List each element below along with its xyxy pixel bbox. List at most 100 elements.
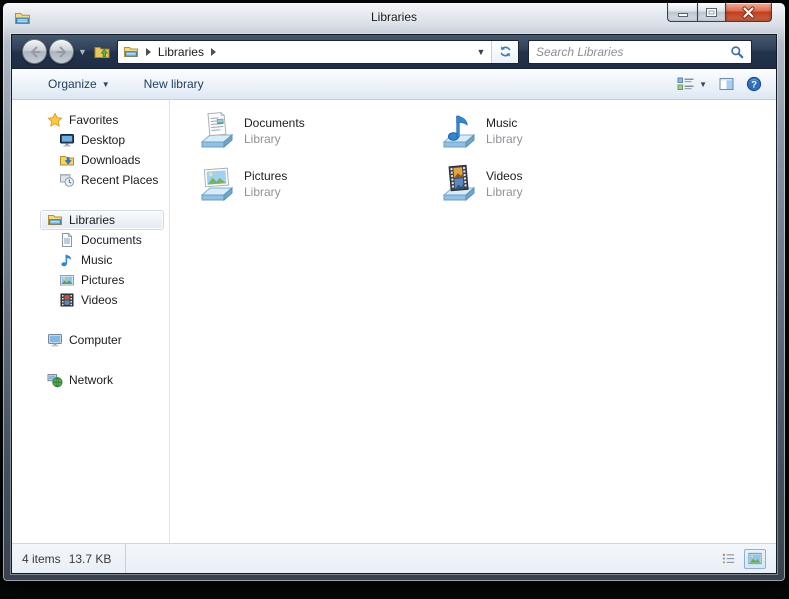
organize-button[interactable]: Organize ▼ <box>40 73 118 95</box>
computer-icon <box>47 332 63 348</box>
library-item-pictures[interactable]: Pictures Library <box>196 162 436 214</box>
close-icon <box>742 6 755 19</box>
navigation-bar: ▼ Libraries ▼ <box>12 35 776 69</box>
preview-pane-icon <box>718 76 735 92</box>
forward-button[interactable] <box>49 39 74 64</box>
sidebar-label: Downloads <box>81 153 140 167</box>
search-input[interactable]: Search Libraries <box>528 40 752 64</box>
documents-library-icon <box>196 109 238 153</box>
sidebar-label: Computer <box>69 333 122 347</box>
libraries-location-icon <box>123 44 139 60</box>
sidebar-item-music[interactable]: Music <box>40 250 164 270</box>
back-button[interactable] <box>22 39 47 64</box>
picture-icon <box>59 272 75 288</box>
sidebar-item-downloads[interactable]: Downloads <box>40 150 164 170</box>
organize-label: Organize <box>48 77 97 91</box>
sidebar-item-network[interactable]: Network <box>40 370 164 390</box>
network-icon <box>47 372 63 388</box>
music-note-icon <box>59 252 75 268</box>
sidebar-item-favorites[interactable]: Favorites <box>40 110 164 130</box>
command-toolbar: Organize ▼ New library ▼ <box>12 69 776 100</box>
recent-pages-chevron[interactable]: ▼ <box>78 47 87 57</box>
minimize-icon <box>678 13 688 17</box>
breadcrumb-arrow-icon <box>146 48 151 56</box>
refresh-icon <box>498 44 513 59</box>
views-dropdown-icon: ▼ <box>699 80 707 89</box>
recent-places-icon <box>59 172 75 188</box>
address-bar[interactable]: Libraries ▼ <box>117 40 519 64</box>
sidebar-label: Documents <box>81 233 142 247</box>
maximize-button[interactable] <box>697 3 726 22</box>
svg-text:?: ? <box>751 79 757 90</box>
sidebar-label: Network <box>69 373 113 387</box>
help-icon: ? <box>746 76 762 92</box>
sidebar-label: Videos <box>81 293 117 307</box>
sidebar-label: Pictures <box>81 273 124 287</box>
address-dropdown-button[interactable]: ▼ <box>471 47 491 57</box>
organize-dropdown-icon: ▼ <box>102 80 110 89</box>
library-item-music[interactable]: Music Library <box>438 109 678 161</box>
pictures-library-icon <box>196 162 238 206</box>
music-library-icon <box>438 109 480 153</box>
item-type: Library <box>244 185 287 199</box>
sidebar-item-desktop[interactable]: Desktop <box>40 130 164 150</box>
item-name: Pictures <box>244 169 287 183</box>
sidebar-item-videos[interactable]: Videos <box>40 290 164 310</box>
status-bar: 4 items 13.7 KB <box>12 543 776 573</box>
libraries-folder-icon <box>47 212 63 228</box>
sidebar-label: Music <box>81 253 112 267</box>
minimize-button[interactable] <box>667 3 697 22</box>
refresh-button[interactable] <box>491 41 518 63</box>
item-type: Library <box>244 132 305 146</box>
search-icon[interactable] <box>730 45 744 59</box>
item-name: Documents <box>244 116 305 130</box>
star-icon <box>47 112 63 128</box>
sidebar-item-documents[interactable]: Documents <box>40 230 164 250</box>
back-arrow-icon <box>28 45 42 59</box>
breadcrumb-location[interactable]: Libraries <box>158 45 204 59</box>
change-view-button[interactable]: ▼ <box>677 76 707 92</box>
sidebar-item-computer[interactable]: Computer <box>40 330 164 350</box>
forward-arrow-icon <box>55 45 69 59</box>
breadcrumb-arrow-icon[interactable] <box>211 48 216 56</box>
item-type: Library <box>486 132 523 146</box>
item-name: Videos <box>486 169 523 183</box>
status-item-count: 4 items <box>22 552 61 566</box>
help-button[interactable]: ? <box>746 76 762 92</box>
library-item-videos[interactable]: Videos Library <box>438 162 678 214</box>
details-view-button[interactable] <box>717 549 739 569</box>
videos-library-icon <box>438 162 480 206</box>
film-icon <box>59 292 75 308</box>
new-library-button[interactable]: New library <box>136 73 212 95</box>
explorer-window: Libraries <box>2 2 786 582</box>
navigation-pane: Favorites Desktop Down <box>12 100 170 543</box>
sidebar-label: Desktop <box>81 133 125 147</box>
status-separator <box>125 544 126 573</box>
thumbnail-icon <box>747 551 763 566</box>
desktop-icon <box>59 132 75 148</box>
items-view[interactable]: Documents Library Music <box>170 100 776 543</box>
thumbnail-view-button[interactable] <box>744 549 766 569</box>
sidebar-label: Libraries <box>69 213 115 227</box>
status-size: 13.7 KB <box>69 552 112 566</box>
views-icon <box>677 76 695 92</box>
sidebar-item-recent-places[interactable]: Recent Places <box>40 170 164 190</box>
library-item-documents[interactable]: Documents Library <box>196 109 436 161</box>
up-folder-icon[interactable] <box>93 43 111 61</box>
document-icon <box>59 232 75 248</box>
new-library-label: New library <box>144 77 204 91</box>
titlebar[interactable]: Libraries <box>3 3 785 33</box>
close-button[interactable] <box>726 3 772 22</box>
sidebar-label: Recent Places <box>81 173 158 187</box>
preview-pane-button[interactable] <box>718 76 735 92</box>
sidebar-item-libraries[interactable]: Libraries <box>40 210 164 230</box>
search-placeholder: Search Libraries <box>536 45 730 59</box>
item-name: Music <box>486 116 523 130</box>
item-type: Library <box>486 185 523 199</box>
client-area: ▼ Libraries ▼ <box>11 34 777 574</box>
details-list-icon <box>721 551 736 566</box>
main-area: Favorites Desktop Down <box>12 100 776 543</box>
sidebar-label: Favorites <box>69 113 118 127</box>
maximize-icon <box>706 8 717 17</box>
sidebar-item-pictures[interactable]: Pictures <box>40 270 164 290</box>
